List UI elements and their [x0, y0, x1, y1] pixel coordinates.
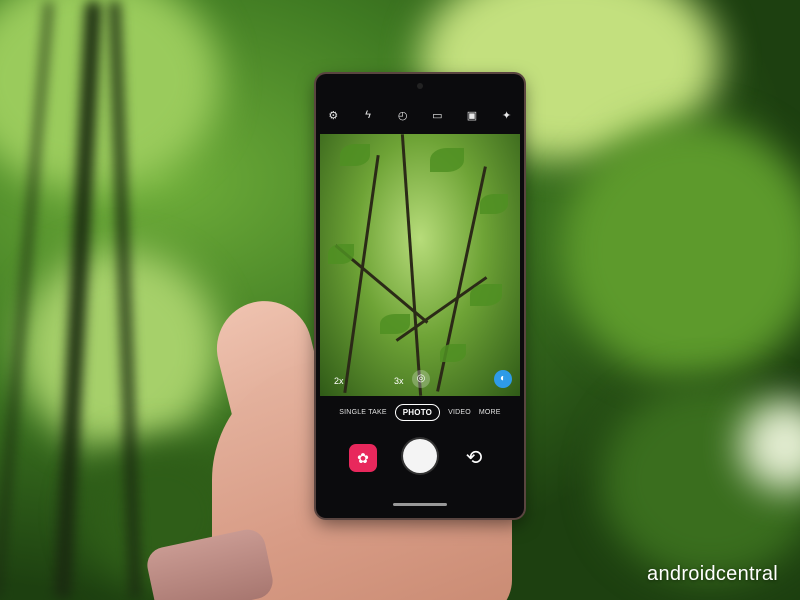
gallery-button[interactable]: ✿: [349, 444, 377, 472]
mode-photo[interactable]: PHOTO: [394, 404, 441, 421]
motion-photo-icon[interactable]: ▣: [463, 109, 481, 122]
camera-mode-selector: SINGLE TAKE PHOTO VIDEO MORE: [316, 404, 524, 421]
shutter-button[interactable]: [403, 439, 437, 473]
mode-more[interactable]: MORE: [479, 409, 501, 416]
switch-camera-icon[interactable]: ⟲: [461, 445, 487, 471]
front-camera: [417, 83, 423, 89]
phone: ⚙ ϟ ◴ ▭ ▣ ✦ 2x 3x ◎ ◐ SINGLE TAKE PHOTO …: [316, 74, 524, 518]
aspect-ratio-icon[interactable]: ▭: [428, 109, 446, 122]
lens-selector-icon[interactable]: ◎: [412, 370, 430, 388]
filters-icon[interactable]: ✦: [498, 109, 516, 122]
zoom-3x-label[interactable]: 3x: [394, 376, 404, 386]
camera-controls: ✿ ⟲: [316, 438, 524, 482]
timer-off-icon[interactable]: ◴: [394, 109, 412, 122]
mode-single-take[interactable]: SINGLE TAKE: [339, 409, 386, 416]
home-gesture-bar[interactable]: [393, 503, 447, 506]
settings-icon[interactable]: ⚙: [324, 109, 342, 122]
zoom-2x-label[interactable]: 2x: [334, 376, 344, 386]
camera-top-bar: ⚙ ϟ ◴ ▭ ▣ ✦: [316, 102, 524, 128]
flash-off-icon[interactable]: ϟ: [359, 109, 377, 121]
scene-optimizer-icon[interactable]: ◐: [494, 370, 512, 388]
mode-video[interactable]: VIDEO: [448, 409, 471, 416]
watermark-logo: androidcentral: [647, 563, 778, 585]
camera-viewfinder[interactable]: 2x 3x ◎ ◐: [320, 134, 520, 396]
